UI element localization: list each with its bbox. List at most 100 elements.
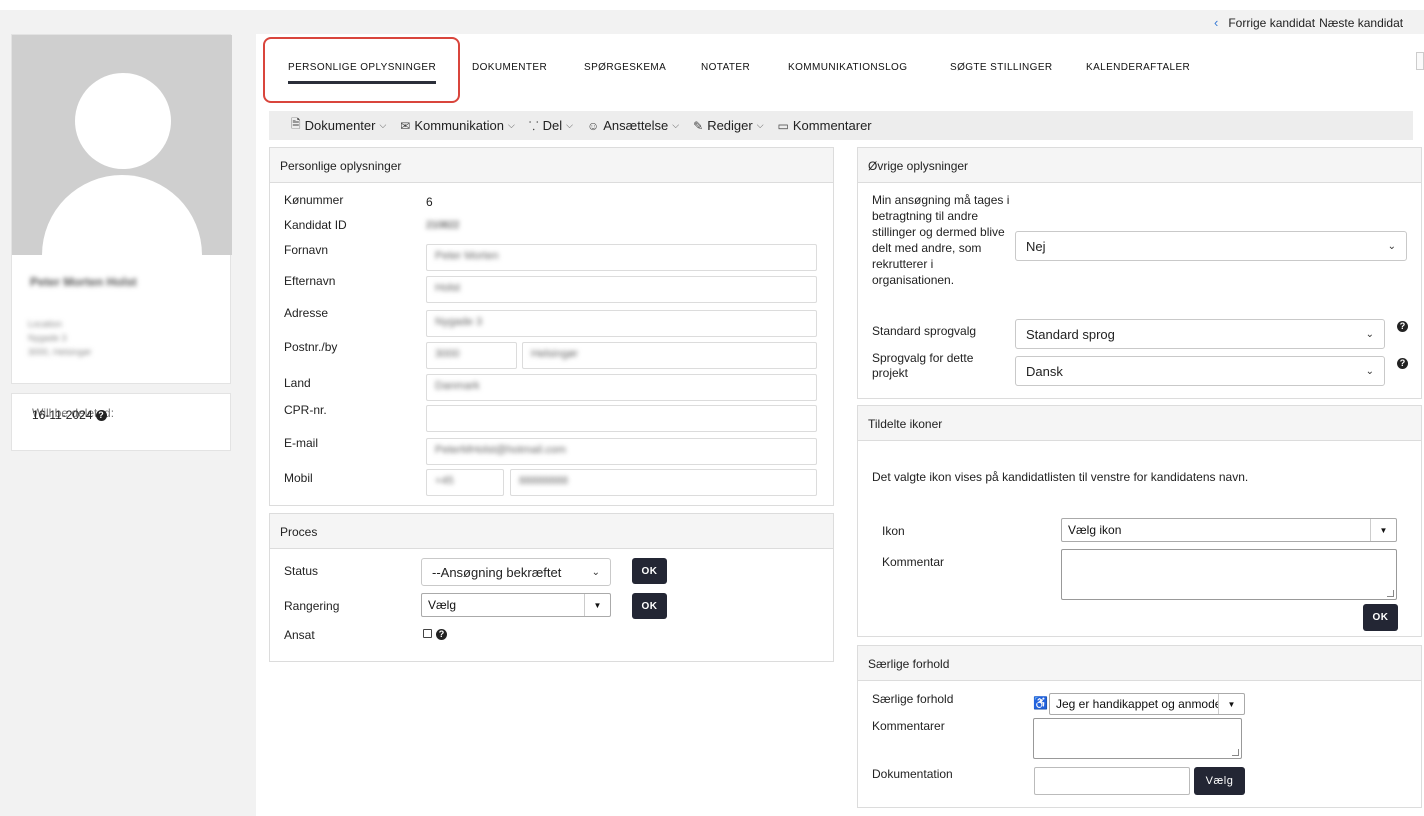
cpr-field[interactable] <box>426 405 817 432</box>
kommentarer-textarea[interactable] <box>1033 718 1242 759</box>
forhold-value: Jeg er handikappet og anmoder <box>1056 697 1218 711</box>
tab-kalenderaftaler[interactable]: KALENDERAFTALER <box>1086 52 1190 83</box>
help-icon[interactable]: ? <box>436 629 447 640</box>
tab-notater[interactable]: NOTATER <box>701 52 750 83</box>
candidate-navigation: ‹ Forrige kandidat Næste kandidat <box>1214 15 1424 30</box>
ikon-select[interactable]: Vælg ikon ▼ <box>1061 518 1397 542</box>
avatar <box>12 35 232 255</box>
document-icon: 🗎 <box>291 117 301 131</box>
icons-description: Det valgte ikon vises på kandidatlisten … <box>872 470 1249 484</box>
postnr-field[interactable]: 3000 <box>426 342 517 369</box>
email-field[interactable]: PeterMHolst@hotmail.com <box>426 438 817 465</box>
kommentar-label: Kommentar <box>882 555 945 569</box>
action-toolbar: 🗎 Dokumenter ⌵ ✉ Kommunikation ⌵ ⸪ Del ⌵ ☺ Ansæ… <box>269 111 1413 140</box>
special-circumstances-title: Særlige forhold <box>858 646 1421 681</box>
caret-down-icon: ▼ <box>584 594 610 616</box>
active-tab-highlight <box>263 37 460 103</box>
candidate-name: Peter Morten Holst <box>30 275 137 289</box>
caret-down-icon: ▼ <box>1370 519 1396 541</box>
chevron-down-icon: ⌄ <box>591 566 600 578</box>
kommentar-textarea[interactable] <box>1061 549 1397 600</box>
chevron-down-icon: ⌵ <box>507 120 515 130</box>
tab-kommunikationslog[interactable]: KOMMUNIKATIONSLOG <box>788 52 907 83</box>
fornavn-label: Fornavn <box>284 243 329 257</box>
status-label: Status <box>284 564 319 578</box>
chevron-down-icon: ⌄ <box>1365 328 1374 340</box>
envelope-icon: ✉ <box>400 118 411 133</box>
toolbar-kommunikation-label: Kommunikation <box>414 118 504 133</box>
efternavn-value: Holst <box>435 282 461 294</box>
by-field[interactable]: Helsingør <box>522 342 817 369</box>
toolbar-rediger[interactable]: ✎ Rediger ⌵ <box>693 118 763 133</box>
sprog-label: Standard sprogvalg <box>872 324 977 338</box>
adresse-label: Adresse <box>284 306 329 320</box>
projekt-sprog-select[interactable]: Dansk ⌄ <box>1015 356 1385 386</box>
dokumentation-vaelg-button[interactable]: Vælg <box>1194 767 1245 795</box>
avatar-body-shape <box>42 175 202 255</box>
status-value: --Ansøgning bekræftet <box>432 564 562 580</box>
ikon-value: Vælg ikon <box>1068 523 1122 537</box>
email-value: PeterMHolst@hotmail.com <box>435 444 566 456</box>
icons-title: Tildelte ikoner <box>858 406 1421 441</box>
toolbar-del[interactable]: ⸪ Del ⌵ <box>529 117 573 134</box>
next-candidate-link[interactable]: Næste kandidat <box>1319 16 1403 30</box>
deletion-card: Will be deleted: 16-11-2024 ? <box>11 393 231 451</box>
sprog-select[interactable]: Standard sprog ⌄ <box>1015 319 1385 349</box>
landekode-select[interactable]: +45 <box>426 469 504 496</box>
rangering-select[interactable]: Vælg ▼ <box>421 593 611 617</box>
chevron-down-icon: ⌄ <box>1387 240 1396 252</box>
chevron-down-icon: ⌵ <box>379 120 387 130</box>
toolbar-rediger-label: Rediger <box>707 118 753 133</box>
dokumentation-label: Dokumentation <box>872 767 953 781</box>
consent-select[interactable]: Nej ⌄ <box>1015 231 1407 261</box>
layout-icon[interactable] <box>1416 52 1424 70</box>
status-ok-button[interactable]: OK <box>632 558 667 584</box>
prev-candidate-link[interactable]: Forrige kandidat <box>1228 16 1315 30</box>
toolbar-dokumenter[interactable]: 🗎 Dokumenter ⌵ <box>291 115 386 136</box>
icons-ok-button[interactable]: OK <box>1363 604 1398 631</box>
projekt-sprog-value: Dansk <box>1026 363 1063 379</box>
rangering-value: Vælg <box>428 598 457 612</box>
forhold-label: Særlige forhold <box>872 692 954 706</box>
location-label: Location <box>28 319 63 329</box>
top-strip <box>0 0 1424 10</box>
consent-label: Min ansøgning må tages i betragtning til… <box>872 193 1010 287</box>
mobil-value: 88888888 <box>519 475 568 487</box>
fornavn-field[interactable]: Peter Morten <box>426 244 817 271</box>
toolbar-ansaettelse[interactable]: ☺ Ansættelse ⌵ <box>587 118 679 133</box>
tab-sogte-stillinger[interactable]: SØGTE STILLINGER <box>950 52 1053 83</box>
rangering-label: Rangering <box>284 599 340 613</box>
tab-dokumenter[interactable]: DOKUMENTER <box>472 52 547 83</box>
profile-card: Peter Morten Holst Location Nygade 3 300… <box>11 34 232 384</box>
landekode-value: +45 <box>435 475 454 487</box>
help-icon[interactable]: ? <box>1397 358 1408 369</box>
help-icon[interactable]: ? <box>95 409 107 421</box>
chevron-left-icon[interactable]: ‹ <box>1214 15 1218 30</box>
avatar-head-shape <box>75 73 171 169</box>
user-check-icon: ☺ <box>586 118 600 133</box>
toolbar-kommunikation[interactable]: ✉ Kommunikation ⌵ <box>400 118 515 133</box>
dokumentation-input[interactable] <box>1034 767 1190 795</box>
tab-sporgeskema[interactable]: SPØRGESKEMA <box>584 52 666 83</box>
personal-info-title: Personlige oplysninger <box>270 148 833 183</box>
adresse-field[interactable]: Nygade 3 <box>426 310 817 337</box>
konummer-value: 6 <box>426 195 433 209</box>
cpr-label: CPR-nr. <box>284 403 327 417</box>
chevron-down-icon: ⌵ <box>756 120 764 130</box>
help-icon[interactable]: ? <box>1397 321 1408 332</box>
land-select[interactable]: Danmark <box>426 374 817 401</box>
forhold-select[interactable]: Jeg er handikappet og anmoder ▼ <box>1049 693 1245 715</box>
chevron-down-icon: ⌄ <box>1365 365 1374 377</box>
toolbar-kommentarer[interactable]: ▭ Kommentarer <box>778 118 872 133</box>
efternavn-field[interactable]: Holst <box>426 276 817 303</box>
fornavn-value: Peter Morten <box>435 250 499 262</box>
share-icon: ⸪ <box>528 119 539 133</box>
toolbar-kommentarer-label: Kommentarer <box>792 118 872 133</box>
deletion-date: 16-11-2024 ? <box>32 408 107 422</box>
ansat-label: Ansat <box>284 628 315 642</box>
mobil-field[interactable]: 88888888 <box>510 469 817 496</box>
rangering-ok-button[interactable]: OK <box>632 593 667 619</box>
edit-icon: ✎ <box>693 118 704 133</box>
status-select[interactable]: --Ansøgning bekræftet ⌄ <box>421 558 611 586</box>
ansat-checkbox[interactable] <box>423 629 432 638</box>
